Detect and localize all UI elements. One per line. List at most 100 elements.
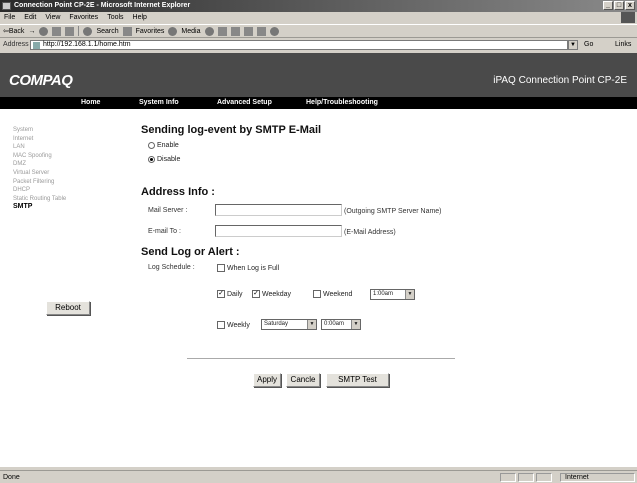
- print-icon[interactable]: [230, 26, 240, 36]
- sidebar-item-system[interactable]: System: [13, 126, 66, 135]
- sidebar-item-smtp[interactable]: SMTP: [13, 203, 66, 212]
- windows-logo-icon: [621, 12, 635, 23]
- daily-option[interactable]: ✓ Daily: [217, 290, 243, 298]
- menu-file[interactable]: File: [4, 12, 15, 23]
- weekend-checkbox[interactable]: [313, 290, 321, 298]
- reboot-button[interactable]: Reboot: [46, 301, 90, 315]
- menu-edit[interactable]: Edit: [24, 12, 36, 23]
- menu-favorites[interactable]: Favorites: [69, 12, 98, 23]
- daily-time-select[interactable]: 1:00am ▼: [370, 289, 415, 300]
- disable-label: Disable: [157, 156, 181, 163]
- section-divider: [187, 358, 455, 359]
- enable-radio[interactable]: [148, 142, 155, 149]
- close-button[interactable]: x: [625, 1, 635, 10]
- weekly-day-select[interactable]: Saturday ▼: [261, 319, 317, 330]
- forward-button[interactable]: →: [28, 28, 35, 35]
- address-dropdown-button[interactable]: ▼: [568, 40, 578, 50]
- sidebar-item-dmz[interactable]: DMZ: [13, 160, 66, 169]
- favorites-icon: [122, 26, 132, 36]
- sidebar-item-mac-spoofing[interactable]: MAC Spoofing: [13, 152, 66, 161]
- minimize-button[interactable]: _: [603, 1, 613, 10]
- chevron-down-icon: ▼: [405, 290, 414, 299]
- edit-icon[interactable]: [243, 26, 253, 36]
- weekend-option[interactable]: Weekend: [313, 290, 352, 298]
- email-to-label: E-mail To :: [148, 228, 181, 235]
- address-label: Address: [3, 41, 29, 48]
- cancel-button[interactable]: Cancle: [286, 373, 320, 387]
- nav-advanced-setup[interactable]: Advanced Setup: [217, 97, 272, 109]
- status-bar: Done Internet: [0, 470, 637, 483]
- chevron-down-icon: ▼: [307, 320, 316, 329]
- media-icon: [168, 26, 178, 36]
- stop-icon[interactable]: [39, 26, 49, 36]
- email-to-input[interactable]: [215, 225, 342, 237]
- when-full-option[interactable]: When Log is Full: [217, 264, 279, 272]
- send-log-heading: Send Log or Alert :: [141, 246, 240, 258]
- brand-header: COMPAQ iPAQ Connection Point CP-2E: [0, 53, 637, 97]
- menu-help[interactable]: Help: [133, 12, 147, 23]
- weekly-time-select[interactable]: 0:00am ▼: [321, 319, 361, 330]
- weekday-label: Weekday: [262, 290, 292, 298]
- favorites-button[interactable]: Favorites: [136, 28, 165, 35]
- disable-option[interactable]: Disable: [148, 156, 180, 163]
- discuss-icon[interactable]: [256, 26, 266, 36]
- maximize-button[interactable]: □: [614, 1, 624, 10]
- smtp-test-button[interactable]: SMTP Test: [326, 373, 389, 387]
- address-input[interactable]: http://192.168.1.1/home.htm: [30, 40, 568, 50]
- refresh-icon[interactable]: [52, 26, 62, 36]
- address-bar: Address http://192.168.1.1/home.htm ▼ Go…: [0, 39, 637, 51]
- menu-bar: File Edit View Favorites Tools Help: [0, 12, 637, 23]
- email-to-note: (E-Mail Address): [344, 229, 396, 236]
- status-pane: [500, 473, 516, 482]
- enable-option[interactable]: Enable: [148, 142, 179, 149]
- compaq-logo: COMPAQ: [9, 72, 73, 89]
- sidebar-item-packet-filtering[interactable]: Packet Filtering: [13, 178, 66, 187]
- nav-home[interactable]: Home: [81, 97, 100, 109]
- when-full-checkbox[interactable]: [217, 264, 225, 272]
- mail-server-note: (Outgoing SMTP Server Name): [344, 208, 442, 215]
- weekday-option[interactable]: ✓ Weekday: [252, 290, 291, 298]
- mail-icon[interactable]: [217, 26, 227, 36]
- sidebar-menu: System Internet LAN MAC Spoofing DMZ Vir…: [13, 126, 66, 212]
- messenger-icon[interactable]: [269, 26, 279, 36]
- back-button[interactable]: ⇦Back: [3, 27, 24, 35]
- go-button[interactable]: Go: [584, 41, 593, 48]
- sidebar-item-static-routing[interactable]: Static Routing Table: [13, 195, 66, 204]
- search-button[interactable]: Search: [96, 28, 118, 35]
- menu-view[interactable]: View: [45, 12, 60, 23]
- page-icon: [33, 42, 40, 49]
- when-full-label: When Log is Full: [227, 264, 280, 272]
- web-page: COMPAQ iPAQ Connection Point CP-2E Home …: [0, 53, 637, 467]
- sidebar-item-internet[interactable]: Internet: [13, 135, 66, 144]
- sidebar-item-lan[interactable]: LAN: [13, 143, 66, 152]
- links-button[interactable]: Links: [615, 41, 631, 48]
- smtp-heading: Sending log-event by SMTP E-Mail: [141, 124, 322, 136]
- nav-system-info[interactable]: System Info: [139, 97, 179, 109]
- mail-server-input[interactable]: [215, 204, 342, 216]
- home-icon[interactable]: [65, 26, 75, 36]
- ie-app-icon: [2, 2, 11, 10]
- log-schedule-label: Log Schedule :: [148, 264, 195, 271]
- weekly-day-value: Saturday: [264, 321, 289, 327]
- menu-tools[interactable]: Tools: [107, 12, 123, 23]
- status-pane: [518, 473, 534, 482]
- apply-button[interactable]: Apply: [253, 373, 281, 387]
- weekday-checkbox[interactable]: ✓: [252, 290, 260, 298]
- weekly-time-value: 0:00am: [324, 321, 345, 327]
- address-info-heading: Address Info :: [141, 186, 215, 198]
- nav-help-troubleshooting[interactable]: Help/Troubleshooting: [306, 97, 378, 109]
- window-title: Connection Point CP-2E - Microsoft Inter…: [14, 2, 191, 9]
- product-name: iPAQ Connection Point CP-2E: [493, 75, 627, 86]
- media-button[interactable]: Media: [181, 28, 200, 35]
- weekly-option[interactable]: Weekly: [217, 321, 250, 329]
- weekly-label: Weekly: [227, 321, 250, 329]
- security-zone: Internet: [560, 473, 635, 482]
- sidebar-item-virtual-server[interactable]: Virtual Server: [13, 169, 66, 178]
- weekly-checkbox[interactable]: [217, 321, 225, 329]
- daily-checkbox[interactable]: ✓: [217, 290, 225, 298]
- sidebar-item-dhcp[interactable]: DHCP: [13, 186, 66, 195]
- window-titlebar: Connection Point CP-2E - Microsoft Inter…: [0, 0, 637, 12]
- disable-radio[interactable]: [148, 156, 155, 163]
- status-text: Done: [3, 474, 20, 481]
- history-icon[interactable]: [204, 26, 214, 36]
